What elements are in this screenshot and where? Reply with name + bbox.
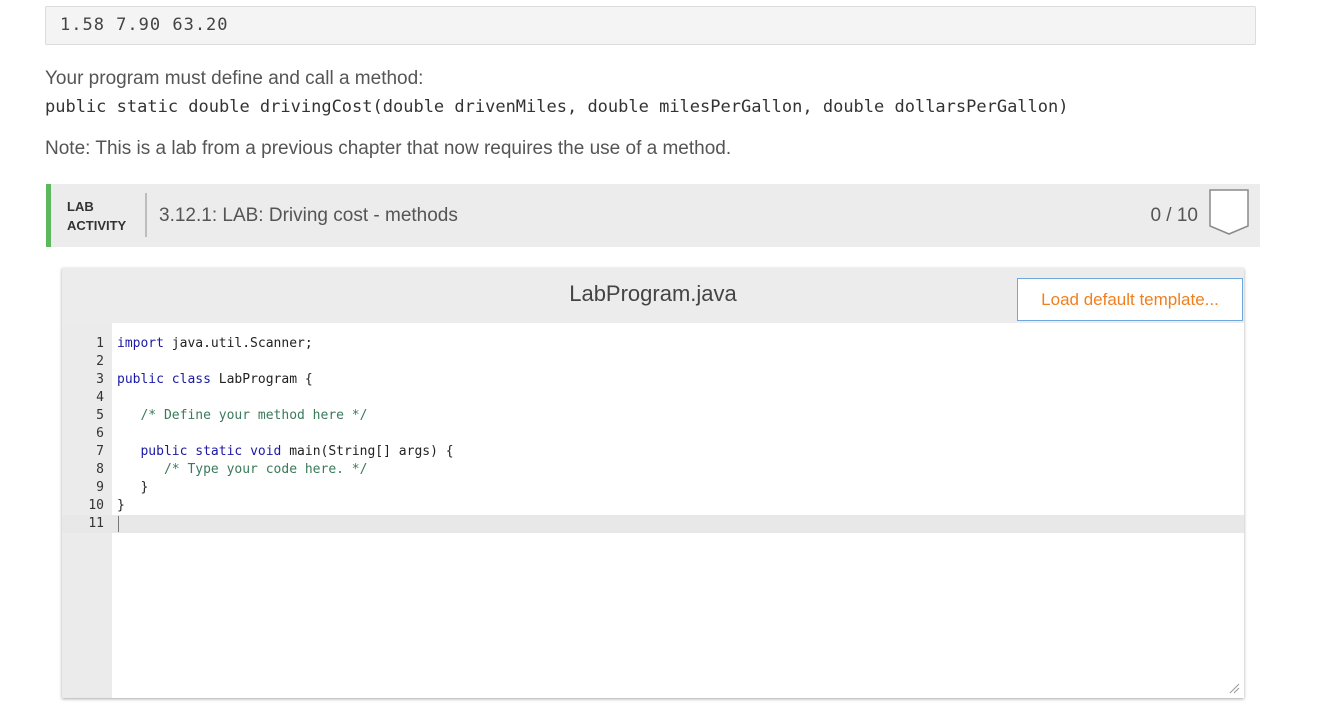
lab-activity-tag: LAB ACTIVITY [67,197,126,235]
lab-activity-header: LAB ACTIVITY 3.12.1: LAB: Driving cost -… [46,184,1260,247]
text-cursor [118,516,119,532]
load-default-template-button[interactable]: Load default template... [1017,278,1243,321]
header-divider [145,193,147,237]
line-number: 8 [96,462,104,477]
line-number: 9 [96,480,104,495]
code-line: 8 /* Type your code here. */ [62,461,1244,479]
code-line: 11 [62,515,1244,533]
sample-output-box: 1.58 7.90 63.20 [45,6,1256,45]
code-editor: LabProgram.java Load default template...… [62,268,1244,698]
code-line: 4 [62,389,1244,407]
completion-badge-icon [1209,189,1249,235]
resize-handle-icon[interactable] [1228,682,1240,694]
code-text: /* Type your code here. */ [163,462,368,477]
code-text: } [117,498,125,513]
line-number: 7 [96,444,104,459]
code-line: 10} [62,497,1244,515]
editor-header: LabProgram.java Load default template... [62,268,1244,323]
code-text: public class LabProgram { [117,372,313,387]
code-line: 3 public class LabProgram { [62,371,1244,389]
line-number: 4 [96,390,104,405]
code-line: 1 import java.util.Scanner; [62,335,1244,353]
score-display: 0 / 10 [1150,205,1198,226]
code-line: 6 [62,425,1244,443]
code-text: import java.util.Scanner; [117,336,313,351]
line-number: 11 [88,516,104,531]
code-line: 2 [62,353,1244,371]
line-number: 2 [96,354,104,369]
line-number: 3 [96,372,104,387]
method-signature: public static double drivingCost(double … [45,97,1069,117]
code-line: 7 public static void main(String[] args)… [62,443,1244,461]
lab-tag-line2: ACTIVITY [67,218,127,233]
instruction-text: Your program must define and call a meth… [45,68,424,89]
code-text: /* Define your method here */ [140,408,368,423]
line-number: 1 [96,336,104,351]
code-text: } [117,480,149,495]
code-line: 5 /* Define your method here */ [62,407,1244,425]
line-number: 10 [88,498,104,513]
line-number: 5 [96,408,104,423]
lab-tag-line1: LAB [67,199,94,214]
lab-title: 3.12.1: LAB: Driving cost - methods [159,205,458,226]
code-text: public static void main(String[] args) { [140,444,454,459]
code-line: 9 } [62,479,1244,497]
note-text: Note: This is a lab from a previous chap… [45,138,732,159]
line-number: 6 [96,426,104,441]
